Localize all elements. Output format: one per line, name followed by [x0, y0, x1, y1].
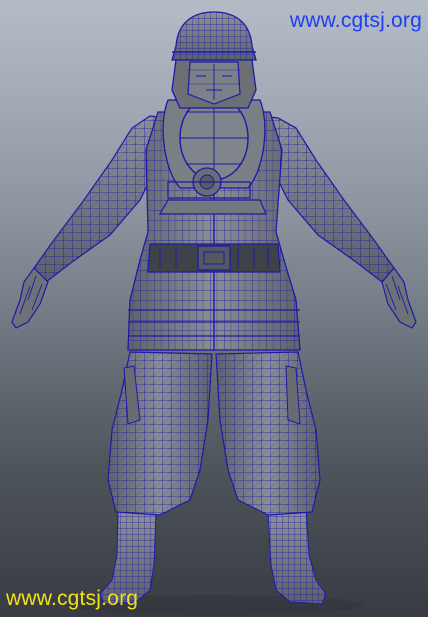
watermark-top: www.cgtsj.org	[289, 9, 422, 32]
right-leg	[215, 351, 321, 516]
hood-and-face	[171, 59, 257, 109]
model-render	[11, 11, 417, 615]
right-hand	[381, 267, 417, 329]
helmet	[171, 11, 257, 61]
watermark-bottom: www.cgtsj.org	[6, 587, 139, 610]
viewport: www.cgtsj.org www.cgtsj.org	[0, 0, 428, 617]
right-boot	[267, 509, 327, 605]
belt	[147, 243, 281, 273]
left-leg	[107, 351, 213, 516]
left-hand	[11, 267, 49, 329]
